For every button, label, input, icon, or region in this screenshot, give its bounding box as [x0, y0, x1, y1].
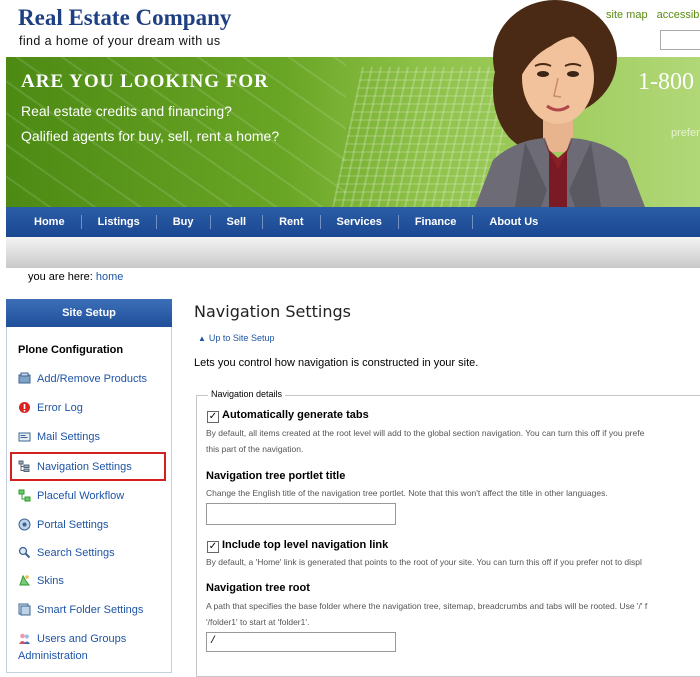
search-icon — [18, 546, 31, 559]
agent-portrait — [475, 0, 645, 207]
up-to-site-setup-link[interactable]: ▲ Up to Site Setup — [198, 333, 274, 343]
auto-tabs-label: Automatically generate tabs — [222, 409, 369, 421]
arrow-up-icon: ▲ — [198, 334, 206, 343]
sidebar-item-label: Smart Folder Settings — [37, 603, 144, 616]
sidebar-item-label: Skins — [37, 574, 64, 587]
page-title: Navigation Settings — [194, 302, 352, 321]
skins-icon — [19, 574, 30, 586]
sidebar-item-skins[interactable]: Skins — [18, 574, 64, 587]
tree-title-input[interactable] — [206, 503, 396, 525]
sidebar-item-error-log[interactable]: Error Log — [18, 401, 83, 414]
auto-tabs-checkbox[interactable]: ✓ — [207, 411, 219, 423]
breadcrumb-home-link[interactable]: home — [96, 271, 124, 283]
nav-finance[interactable]: Finance — [399, 215, 474, 229]
sidebar-item-label: Portal Settings — [37, 518, 109, 531]
tree-root-label: Navigation tree root — [206, 582, 310, 594]
tree-title-help: Change the English title of the navigati… — [206, 488, 608, 498]
up-link-label: Up to Site Setup — [208, 333, 275, 343]
top-level-link-checkbox[interactable]: ✓ — [207, 541, 219, 553]
banner-line-1: Real estate credits and financing? — [21, 103, 232, 119]
sidebar-item-smart-folder-settings[interactable]: Smart Folder Settings — [18, 603, 143, 616]
navigation-icon — [18, 460, 30, 472]
portal-icon — [18, 518, 31, 531]
mail-icon — [18, 432, 31, 442]
fieldset-legend: Navigation details — [208, 389, 286, 399]
sidebar-item-users-and-groups-line2[interactable]: Administration — [18, 650, 88, 662]
site-search-input[interactable] — [660, 30, 700, 50]
sidebar-item-portal-settings[interactable]: Portal Settings — [18, 518, 109, 531]
sidebar-item-label: Error Log — [37, 401, 83, 414]
nav-about-us[interactable]: About Us — [473, 215, 554, 229]
sitemap-link[interactable]: site map — [606, 9, 648, 21]
nav-sell[interactable]: Sell — [211, 215, 264, 229]
page-description: Lets you control how navigation is const… — [194, 357, 479, 369]
sidebar-item-search-settings[interactable]: Search Settings — [18, 546, 115, 559]
banner-title: ARE YOU LOOKING FOR — [21, 71, 269, 92]
auto-tabs-help-2: this part of the navigation. — [206, 444, 304, 454]
tree-root-help: A path that specifies the base folder wh… — [206, 601, 648, 611]
tree-root-input[interactable]: / — [206, 632, 396, 652]
sidebar-item-label: Navigation Settings — [37, 460, 132, 473]
main-navigation: Home Listings Buy Sell Rent Services Fin… — [6, 207, 700, 237]
top-level-link-help: By default, a 'Home' link is generated t… — [206, 557, 642, 567]
error-icon — [19, 402, 30, 413]
sidebar-item-navigation-settings[interactable]: Navigation Settings — [18, 460, 132, 473]
accessibility-link[interactable]: accessib — [657, 9, 700, 21]
sidebar-item-label: Add/Remove Products — [37, 372, 148, 385]
breadcrumb: you are here: home — [28, 271, 123, 283]
tree-title-label: Navigation tree portlet title — [206, 470, 346, 482]
nav-buy[interactable]: Buy — [157, 215, 211, 229]
breadcrumb-prefix: you are here: — [28, 271, 93, 283]
top-level-link-label: Include top level navigation link — [222, 539, 389, 551]
nav-services[interactable]: Services — [321, 215, 399, 229]
sidebar-item-users-and-groups[interactable]: Users and Groups — [18, 632, 126, 645]
smart-folder-icon — [18, 603, 31, 616]
banner-line-2: Qalified agents for buy, sell, rent a ho… — [21, 128, 280, 144]
tree-root-help-2: '/folder1' to start at 'folder1'. — [206, 617, 310, 627]
banner-prefer-text: prefer — [671, 127, 700, 139]
company-logo[interactable]: Real Estate Company — [18, 5, 231, 31]
sidebar-item-mail-settings[interactable]: Mail Settings — [18, 430, 100, 443]
workflow-icon — [18, 489, 31, 502]
sidebar-item-label: Placeful Workflow — [37, 489, 125, 502]
product-icon — [18, 372, 31, 384]
sidebar-item-label: Users and Groups — [37, 632, 127, 645]
sidebar-item-add-remove-products[interactable]: Add/Remove Products — [18, 372, 147, 385]
sub-navigation-bar — [6, 237, 700, 268]
tagline: find a home of your dream with us — [19, 34, 221, 48]
sidebar-title: Site Setup — [6, 299, 172, 327]
nav-rent[interactable]: Rent — [263, 215, 321, 229]
sidebar-subtitle: Plone Configuration — [18, 344, 124, 356]
nav-home[interactable]: Home — [18, 215, 82, 229]
sidebar-item-label: Search Settings — [37, 546, 115, 559]
sidebar-item-label: Mail Settings — [37, 430, 100, 443]
auto-tabs-help: By default, all items created at the roo… — [206, 428, 645, 438]
sidebar-item-label: Administration — [18, 650, 88, 662]
utility-links: site map accessib — [606, 9, 700, 21]
nav-listings[interactable]: Listings — [82, 215, 157, 229]
users-icon — [19, 633, 30, 644]
sidebar-item-placeful-workflow[interactable]: Placeful Workflow — [18, 489, 124, 502]
